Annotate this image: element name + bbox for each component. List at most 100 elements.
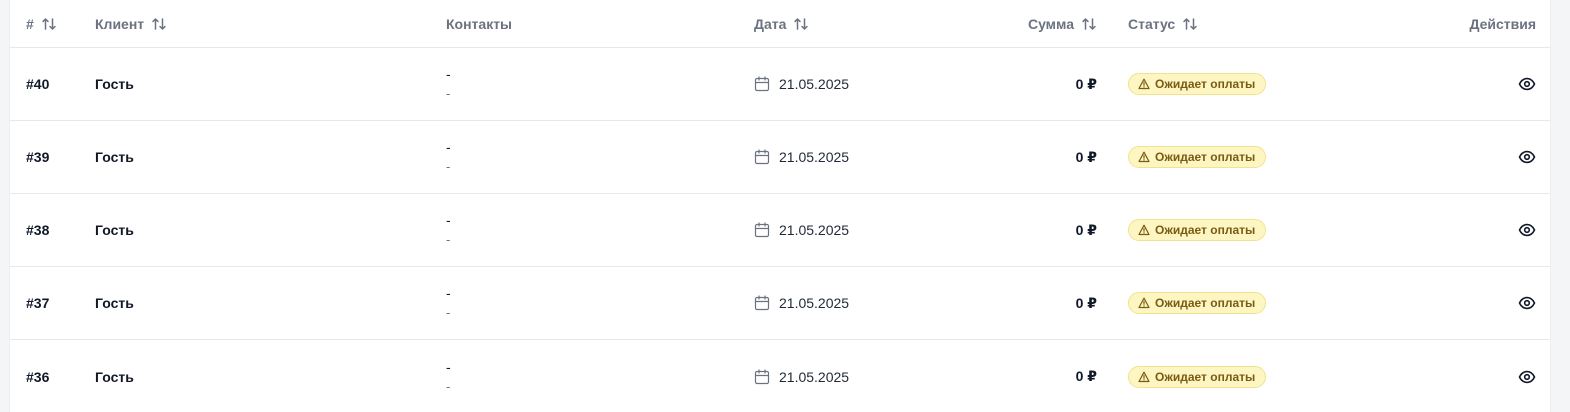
eye-icon[interactable] — [1518, 75, 1536, 93]
status-badge: Ожидает оплаты — [1128, 365, 1267, 388]
table-row[interactable]: #39 Гость - - 21.05.2025 0 ₽ Ожидает опл… — [10, 121, 1550, 194]
sort-arrows-icon — [1183, 17, 1197, 30]
contact-secondary: - — [446, 232, 451, 247]
sort-arrows-icon — [794, 17, 809, 30]
order-date: 21.05.2025 — [779, 222, 850, 238]
table-header: # Клиент Контакты Дата Сумма Статус Дейс… — [10, 0, 1550, 48]
date-cell: 21.05.2025 — [754, 194, 849, 266]
warning-triangle-icon — [1138, 371, 1150, 382]
contact-secondary: - — [446, 86, 451, 101]
order-date: 21.05.2025 — [779, 149, 850, 165]
sort-id-button[interactable] — [41, 16, 57, 32]
warning-triangle-icon — [1138, 224, 1150, 236]
order-sum: 0 ₽ — [1075, 221, 1097, 238]
date-cell: 21.05.2025 — [754, 267, 849, 339]
order-sum: 0 ₽ — [1075, 368, 1097, 384]
date-cell: 21.05.2025 — [754, 48, 849, 120]
view-order-button[interactable] — [1518, 75, 1536, 93]
status-label: Ожидает оплаты — [1155, 223, 1256, 237]
eye-icon[interactable] — [1518, 368, 1536, 386]
calendar-icon — [754, 76, 770, 92]
status-label: Ожидает оплаты — [1155, 77, 1256, 91]
view-order-button[interactable] — [1518, 221, 1536, 239]
order-id: #39 — [26, 149, 50, 165]
header-id: # — [26, 0, 57, 47]
view-order-button[interactable] — [1518, 148, 1536, 166]
contact-secondary: - — [446, 378, 451, 394]
contact-primary: - — [446, 358, 451, 375]
eye-icon[interactable] — [1518, 148, 1536, 166]
sort-arrows-icon — [42, 17, 56, 30]
view-order-button[interactable] — [1518, 368, 1536, 386]
client-name: Гость — [95, 76, 134, 92]
header-id-label: # — [26, 15, 34, 32]
status-badge: Ожидает оплаты — [1128, 73, 1267, 95]
eye-icon[interactable] — [1518, 294, 1536, 312]
status-badge: Ожидает оплаты — [1128, 219, 1267, 241]
client-name: Гость — [95, 222, 134, 238]
table-row[interactable]: #36 Гость - - 21.05.2025 0 ₽ Ожидает опл… — [10, 340, 1550, 412]
status-badge: Ожидает оплаты — [1128, 292, 1267, 314]
eye-icon[interactable] — [1518, 221, 1536, 239]
status-badge: Ожидает оплаты — [1128, 146, 1267, 168]
contact-secondary: - — [446, 305, 451, 320]
date-cell: 21.05.2025 — [754, 340, 849, 412]
sort-status-button[interactable] — [1182, 16, 1198, 32]
header-client: Клиент — [95, 0, 167, 47]
table-row[interactable]: #40 Гость - - 21.05.2025 0 ₽ Ожидает опл… — [10, 48, 1550, 121]
client-name: Гость — [95, 149, 134, 165]
calendar-icon — [754, 295, 770, 311]
table-row[interactable]: #38 Гость - - 21.05.2025 0 ₽ Ожидает опл… — [10, 194, 1550, 267]
contact-primary: - — [446, 66, 451, 82]
status-label: Ожидает оплаты — [1155, 369, 1256, 384]
header-client-label: Клиент — [95, 15, 145, 32]
client-name: Гость — [95, 295, 134, 311]
sort-client-button[interactable] — [151, 16, 167, 32]
header-status-label: Статус — [1128, 15, 1176, 32]
sort-arrows-icon — [152, 17, 166, 30]
status-label: Ожидает оплаты — [1155, 150, 1256, 164]
warning-triangle-icon — [1138, 151, 1150, 163]
sort-sum-button[interactable] — [1081, 16, 1097, 32]
header-date: Дата — [754, 0, 809, 47]
calendar-icon — [754, 368, 770, 384]
calendar-icon — [754, 222, 770, 238]
sort-date-button[interactable] — [793, 16, 809, 32]
warning-triangle-icon — [1138, 297, 1150, 309]
header-sum-label: Сумма — [1027, 15, 1074, 32]
order-sum: 0 ₽ — [1075, 294, 1097, 311]
contacts-cell: - - — [446, 194, 451, 266]
order-id: #40 — [26, 76, 50, 92]
order-id: #36 — [26, 368, 50, 385]
view-order-button[interactable] — [1518, 294, 1536, 312]
header-sum: Сумма — [1028, 0, 1097, 47]
contact-primary: - — [446, 139, 451, 155]
header-date-label: Дата — [754, 15, 787, 32]
order-date: 21.05.2025 — [779, 368, 850, 385]
order-date: 21.05.2025 — [779, 295, 850, 311]
contacts-cell: - - — [446, 340, 451, 412]
client-name: Гость — [95, 368, 134, 385]
date-cell: 21.05.2025 — [754, 121, 849, 193]
contact-primary: - — [446, 212, 451, 228]
orders-table: # Клиент Контакты Дата Сумма Статус Дейс… — [9, 0, 1551, 412]
header-actions: Действия — [1469, 0, 1536, 47]
contacts-cell: - - — [446, 48, 451, 120]
status-label: Ожидает оплаты — [1155, 296, 1256, 310]
warning-triangle-icon — [1138, 78, 1150, 90]
header-contacts-label: Контакты — [446, 15, 513, 32]
header-contacts: Контакты — [446, 0, 512, 47]
order-sum: 0 ₽ — [1075, 148, 1097, 165]
order-id: #38 — [26, 222, 50, 238]
sort-arrows-icon — [1082, 17, 1096, 30]
contacts-cell: - - — [446, 121, 451, 193]
order-sum: 0 ₽ — [1075, 75, 1097, 92]
contact-secondary: - — [446, 159, 451, 174]
table-row[interactable]: #37 Гость - - 21.05.2025 0 ₽ Ожидает опл… — [10, 267, 1550, 340]
contacts-cell: - - — [446, 267, 451, 339]
contact-primary: - — [446, 285, 451, 301]
order-id: #37 — [26, 295, 50, 311]
header-actions-label: Действия — [1469, 15, 1536, 32]
calendar-icon — [754, 149, 770, 165]
header-status: Статус — [1128, 0, 1198, 47]
